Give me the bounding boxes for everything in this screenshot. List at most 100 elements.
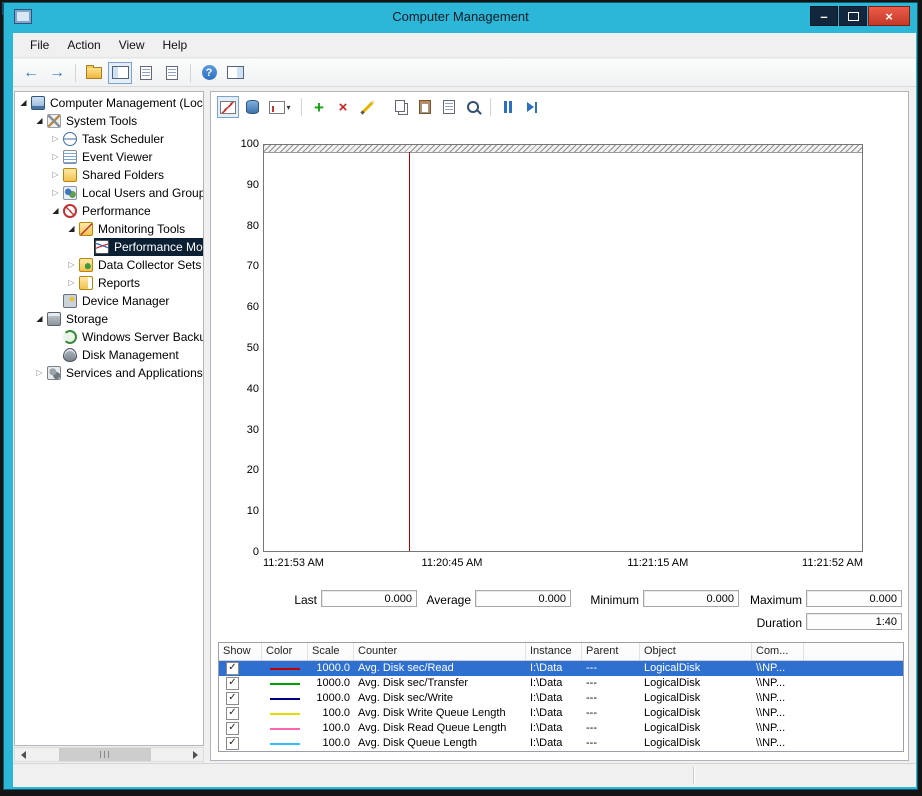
scroll-right-button[interactable] [187,748,203,761]
reports-icon [79,276,93,290]
show-console-tree-button[interactable] [108,61,132,84]
instance-cell: I:\Data [530,722,563,734]
computer-icon [31,96,45,110]
title-bar[interactable]: Computer Management – × [4,3,917,30]
forward-arrow-icon: → [49,63,65,81]
performance-monitor-pane: ▾ + × 100 90 80 70 60 50 40 30 20 10 0 11:21:53 AM… [210,91,909,761]
users-icon [63,186,77,200]
expanded-expander-icon[interactable]: ◢ [33,310,46,328]
column-header-com[interactable]: Com... [752,643,804,660]
show-checkbox[interactable]: ✓ [226,662,239,675]
minimize-button[interactable]: – [810,6,838,26]
show-action-pane-button[interactable] [223,62,247,84]
view-log-data-button[interactable] [241,96,263,118]
counter-row-avg-disk-sec-read[interactable]: ✓ 1000.0 Avg. Disk sec/Read I:\Data --- Logic… [219,661,903,676]
collapsed-expander-icon[interactable]: ▷ [65,256,78,274]
counter-row-avg-disk-queue-length[interactable]: ✓ 100.0 Avg. Disk Queue Length I:\Data --- Lo… [219,736,903,751]
expanded-expander-icon[interactable]: ◢ [33,112,46,130]
menu-action[interactable]: Action [58,35,109,55]
show-cell: ✓ [219,736,262,751]
properties-button[interactable] [134,62,158,84]
tree-item-disk-management[interactable]: Disk Management [15,346,203,364]
collapsed-expander-icon[interactable]: ▷ [33,364,46,382]
update-data-button[interactable] [521,96,543,118]
parent-cell: --- [586,677,597,689]
delete-counter-button[interactable]: × [332,96,354,118]
tree-item-shared-folders[interactable]: ▷ Shared Folders [15,166,203,184]
help-button[interactable]: ? [197,62,221,84]
show-checkbox[interactable]: ✓ [226,722,239,735]
last-value: 0.000 [321,590,417,607]
collapsed-expander-icon[interactable]: ▷ [49,166,62,184]
view-current-activity-button[interactable] [217,96,239,118]
show-checkbox[interactable]: ✓ [226,677,239,690]
tree-item-data-collector-sets[interactable]: ▷ Data Collector Sets [15,256,203,274]
show-checkbox[interactable]: ✓ [226,737,239,750]
column-header-show[interactable]: Show [219,643,262,660]
properties-button[interactable] [438,96,460,118]
tree-item-event-viewer[interactable]: ▷ Event Viewer [15,148,203,166]
tree-item-services-and-applications[interactable]: ▷ Services and Applications [15,364,203,382]
counter-row-avg-disk-sec-transfer[interactable]: ✓ 1000.0 Avg. Disk sec/Transfer I:\Data --- L… [219,676,903,691]
tree-item-monitoring-tools[interactable]: ◢ Monitoring Tools [15,220,203,238]
tree-horizontal-scrollbar[interactable] [14,747,204,762]
performance-icon [63,204,77,218]
properties-icon [443,100,455,114]
collapsed-expander-icon[interactable]: ▷ [49,184,62,202]
expanded-expander-icon[interactable]: ◢ [49,202,62,220]
expanded-expander-icon[interactable]: ◢ [65,220,78,238]
tree-item-computer-management-local[interactable]: ◢ Computer Management (Local [15,94,203,112]
copy-properties-button[interactable] [390,96,412,118]
counter-row-avg-disk-sec-write[interactable]: ✓ 1000.0 Avg. Disk sec/Write I:\Data --- Logi… [219,691,903,706]
tree-item-device-manager[interactable]: Device Manager [15,292,203,310]
column-header-scale[interactable]: Scale [308,643,354,660]
color-cell [262,736,308,751]
show-checkbox[interactable]: ✓ [226,707,239,720]
data-collector-icon [79,258,93,272]
parent-cell: --- [586,737,597,749]
tree-item-windows-server-backup[interactable]: Windows Server Backup [15,328,203,346]
collapsed-expander-icon[interactable]: ▷ [49,148,62,166]
column-header-instance[interactable]: Instance [526,643,582,660]
show-checkbox[interactable]: ✓ [226,692,239,705]
tree-item-performance[interactable]: ◢ Performance [15,202,203,220]
counter-row-avg-disk-read-queue-length[interactable]: ✓ 100.0 Avg. Disk Read Queue Length I:\Data… [219,721,903,736]
scrollbar-thumb[interactable] [59,748,151,761]
tree-item-performance-mo[interactable]: Performance Mo [15,238,203,256]
toolbar-separator [190,63,191,82]
change-graph-type-button[interactable]: ▾ [265,96,295,118]
back-button[interactable]: ← [19,62,43,84]
x-axis-label: 11:20:45 AM [421,557,483,569]
highlight-button[interactable] [356,96,378,118]
toolbar-separator [75,63,76,82]
tree-item-local-users-and-groups[interactable]: ▷ Local Users and Groups [15,184,203,202]
close-button[interactable]: × [868,6,910,26]
scroll-left-button[interactable] [15,748,31,761]
forward-button[interactable]: → [45,62,69,84]
average-value: 0.000 [475,590,571,607]
tree-item-system-tools[interactable]: ◢ System Tools [15,112,203,130]
column-header-parent[interactable]: Parent [582,643,640,660]
tree-item-storage[interactable]: ◢ Storage [15,310,203,328]
tree-item-task-scheduler[interactable]: ▷ Task Scheduler [15,130,203,148]
tree-item-reports[interactable]: ▷ Reports [15,274,203,292]
counter-row-avg-disk-write-queue-length[interactable]: ✓ 100.0 Avg. Disk Write Queue Length I:\Dat… [219,706,903,721]
menu-view[interactable]: View [110,35,154,55]
column-header-counter[interactable]: Counter [354,643,526,660]
freeze-display-button[interactable] [497,96,519,118]
column-header-color[interactable]: Color [262,643,308,660]
expanded-expander-icon[interactable]: ◢ [17,94,30,112]
maximize-button[interactable] [839,6,867,26]
add-counter-button[interactable]: + [308,96,330,118]
collapsed-expander-icon[interactable]: ▷ [65,274,78,292]
computer-cell: \\NP... [756,677,786,689]
up-one-level-button[interactable] [82,62,106,84]
export-list-button[interactable] [160,62,184,84]
collapsed-expander-icon[interactable]: ▷ [49,130,62,148]
menu-file[interactable]: File [21,35,58,55]
menu-help[interactable]: Help [154,35,197,55]
paste-counter-list-button[interactable] [414,96,436,118]
tree-item-band: Performance Mo [94,238,203,256]
column-header-object[interactable]: Object [640,643,752,660]
zoom-button[interactable] [462,96,484,118]
